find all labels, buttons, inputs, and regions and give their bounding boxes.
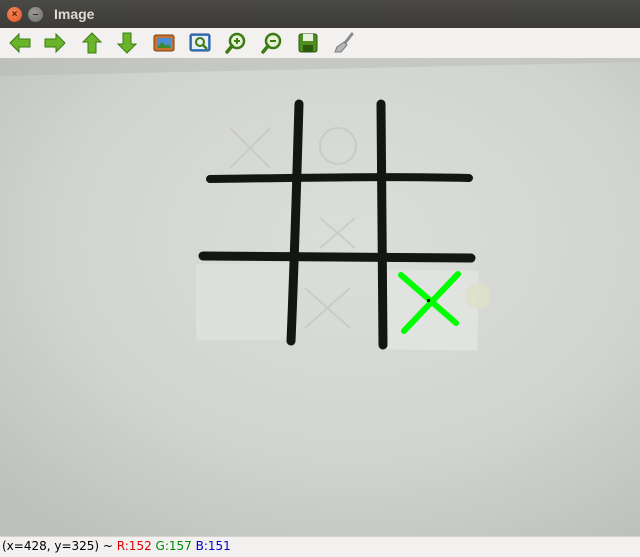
zoom-out-icon bbox=[261, 32, 282, 54]
save-button[interactable] bbox=[295, 30, 321, 56]
brush-icon bbox=[334, 32, 354, 53]
grid-vertical-right bbox=[376, 99, 388, 350]
pan-down-button[interactable] bbox=[114, 30, 140, 56]
save-icon bbox=[298, 33, 318, 53]
close-button[interactable]: × bbox=[7, 7, 22, 22]
window-titlebar: × – Image bbox=[0, 0, 640, 28]
paper-piece-left bbox=[195, 263, 289, 341]
blue-value: B:151 bbox=[195, 539, 231, 553]
toolbar bbox=[0, 28, 640, 59]
zoom-region-icon bbox=[189, 33, 211, 52]
minimize-button[interactable]: – bbox=[28, 7, 43, 22]
grid-horizontal-bottom bbox=[198, 251, 476, 263]
pan-up-button[interactable] bbox=[79, 30, 105, 56]
pan-left-button[interactable] bbox=[7, 30, 33, 56]
grid-horizontal-top bbox=[206, 173, 473, 183]
tape-spot bbox=[465, 283, 491, 309]
arrow-up-icon bbox=[81, 32, 103, 54]
paper-background bbox=[0, 58, 640, 536]
image-canvas[interactable] bbox=[0, 58, 640, 536]
green-value: G:157 bbox=[155, 539, 192, 553]
properties-button[interactable] bbox=[331, 30, 357, 56]
zoom-in-button[interactable] bbox=[223, 30, 249, 56]
pan-right-button[interactable] bbox=[42, 30, 68, 56]
zoom-in-icon bbox=[225, 32, 246, 54]
red-value: R:152 bbox=[116, 539, 152, 553]
camera-frame bbox=[0, 58, 640, 536]
arrow-left-icon bbox=[9, 32, 31, 54]
pixel-info: (x=428, y=325) ~ R:152 G:157 B:151 bbox=[2, 539, 231, 553]
marker-center-dot bbox=[427, 299, 430, 302]
paper-piece-right bbox=[385, 269, 479, 351]
picture-icon bbox=[153, 34, 175, 52]
window-title: Image bbox=[54, 6, 95, 22]
cursor-coordinates: (x=428, y=325) ~ bbox=[2, 539, 117, 553]
arrow-down-icon bbox=[116, 32, 138, 54]
zoom-region-button[interactable] bbox=[187, 30, 213, 56]
status-bar: (x=428, y=325) ~ R:152 G:157 B:151 bbox=[0, 536, 640, 557]
arrow-right-icon bbox=[44, 32, 66, 54]
zoom-out-button[interactable] bbox=[259, 30, 285, 56]
zoom-fit-button[interactable] bbox=[151, 30, 177, 56]
